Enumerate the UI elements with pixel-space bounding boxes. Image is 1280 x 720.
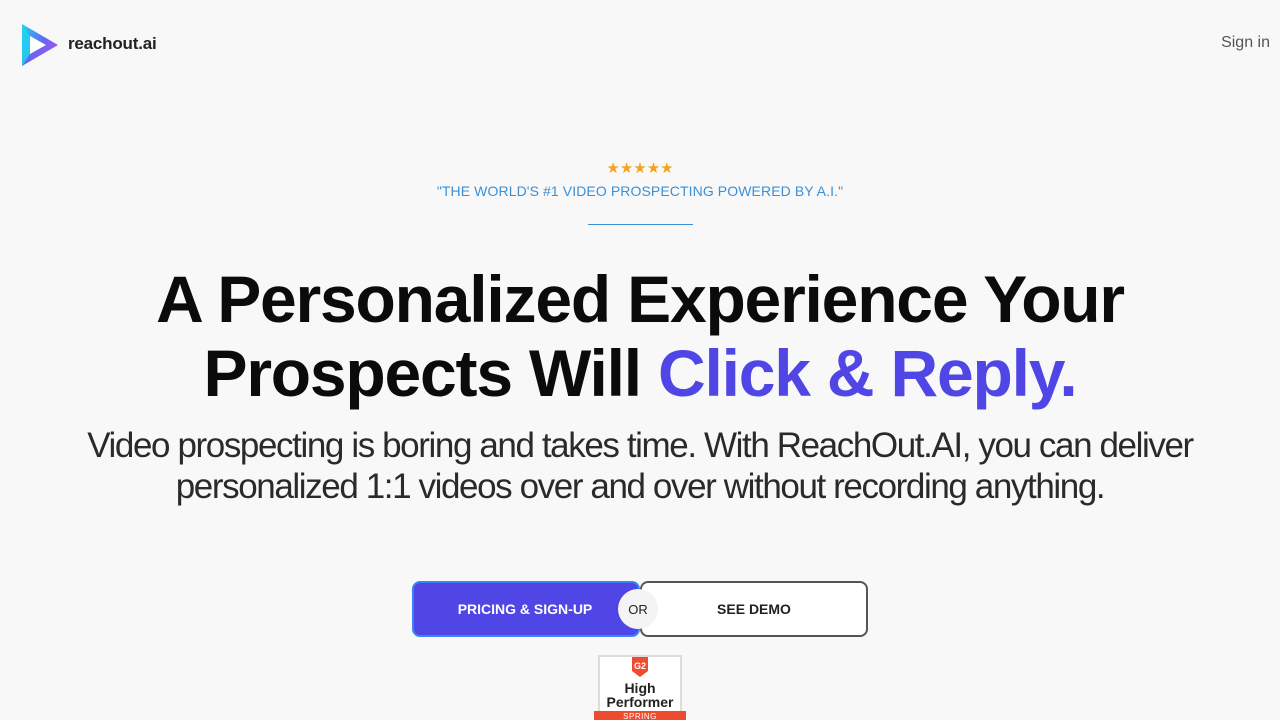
- tagline: "THE WORLD'S #1 VIDEO PROSPECTING POWERE…: [436, 183, 844, 199]
- g2-badge-title: High Performer: [606, 680, 674, 710]
- brand-logo[interactable]: reachout.ai: [20, 22, 157, 68]
- headline-accent: Click & Reply.: [658, 336, 1078, 410]
- g2-badge-ribbon: SPRING: [594, 711, 686, 720]
- page: reachout.ai Sign in ★★★★★ "THE WORLD'S #…: [0, 0, 1280, 720]
- page-headline: A Personalized Experience Your Prospects…: [0, 262, 1280, 410]
- see-demo-button[interactable]: SEE DEMO: [640, 581, 868, 637]
- page-subheadline: Video prospecting is boring and takes ti…: [87, 426, 1194, 506]
- rating-stars: ★★★★★: [606, 160, 674, 177]
- cta-group: PRICING & SIGN-UP SEE DEMO OR: [412, 581, 868, 637]
- svg-text:G2: G2: [634, 661, 646, 671]
- sign-in-link[interactable]: Sign in: [1221, 34, 1270, 52]
- or-separator: OR: [618, 589, 658, 629]
- play-triangle-logo-icon: [20, 22, 60, 68]
- pricing-signup-button[interactable]: PRICING & SIGN-UP: [412, 581, 640, 637]
- g2-logo-icon: G2: [630, 657, 650, 677]
- tagline-divider: [588, 224, 693, 225]
- logo-text: reachout.ai: [68, 33, 157, 53]
